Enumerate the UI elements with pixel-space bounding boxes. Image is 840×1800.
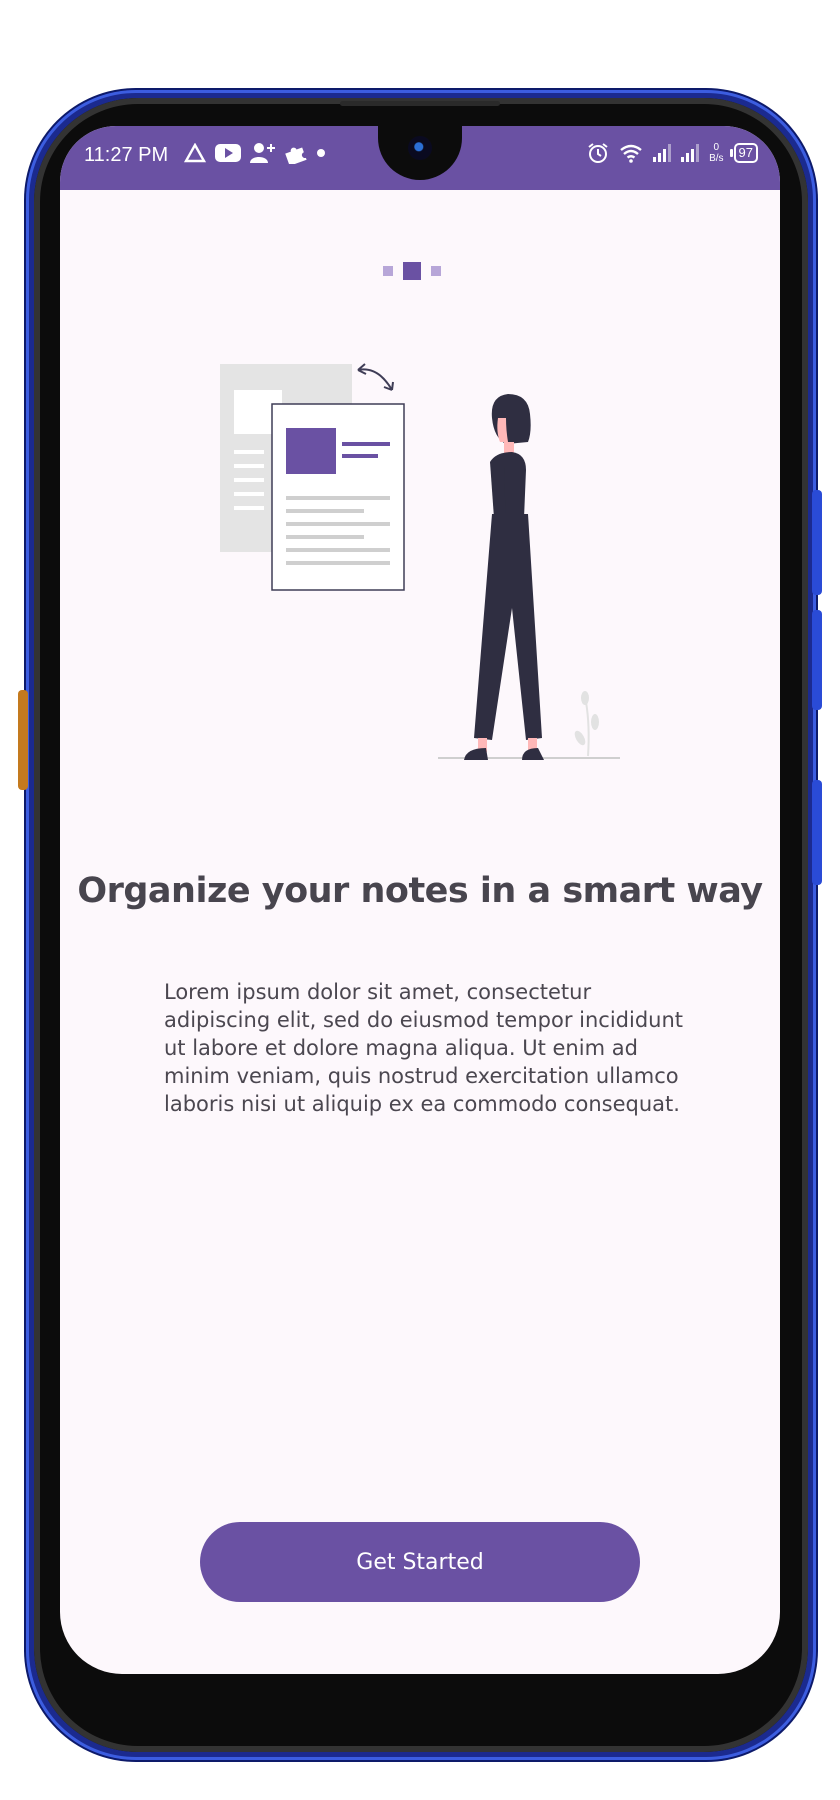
front-document-graphic (271, 403, 405, 591)
onboarding-title: Organize your notes in a smart way (77, 871, 763, 911)
onboarding-illustration (220, 363, 620, 760)
plant-graphic (574, 691, 599, 757)
dot-icon (317, 149, 325, 157)
onboarding-description: Lorem ipsum dolor sit amet, consectetur … (164, 980, 684, 1116)
signal-icon (653, 144, 672, 162)
system-icons: 0 B/s 97 (587, 142, 758, 164)
status-bar: 11:27 PM 0 B/s 97 (60, 126, 780, 190)
alarm-icon (588, 143, 608, 163)
side-button-right-3 (812, 780, 822, 885)
page-indicator (383, 262, 441, 280)
puzzle-icon (285, 147, 307, 164)
signal-icon (681, 144, 700, 162)
camera-notch (378, 126, 462, 180)
page-dot[interactable] (383, 266, 393, 276)
side-button-right-2 (812, 610, 822, 710)
side-button-right-1 (812, 490, 822, 595)
side-button-left (18, 690, 28, 790)
woman-figure-graphic (464, 394, 544, 760)
youtube-icon (215, 144, 241, 162)
get-started-button[interactable]: Get Started (200, 1522, 640, 1602)
net-speed-value: 0 (713, 142, 720, 153)
status-time: 11:27 PM (84, 144, 169, 166)
earpiece-speaker (340, 101, 500, 106)
triangle-app-icon (184, 143, 206, 163)
wifi-icon (620, 144, 642, 163)
network-speed: 0 B/s (709, 142, 723, 164)
app-screen: 11:27 PM 0 B/s 97 Organize your notes in… (60, 126, 780, 1674)
page-dot-active[interactable] (403, 262, 421, 280)
net-speed-unit: B/s (709, 153, 724, 164)
add-person-icon (250, 143, 275, 163)
notification-icons (184, 142, 326, 164)
page-dot[interactable] (431, 266, 441, 276)
battery-icon: 97 (729, 143, 758, 163)
